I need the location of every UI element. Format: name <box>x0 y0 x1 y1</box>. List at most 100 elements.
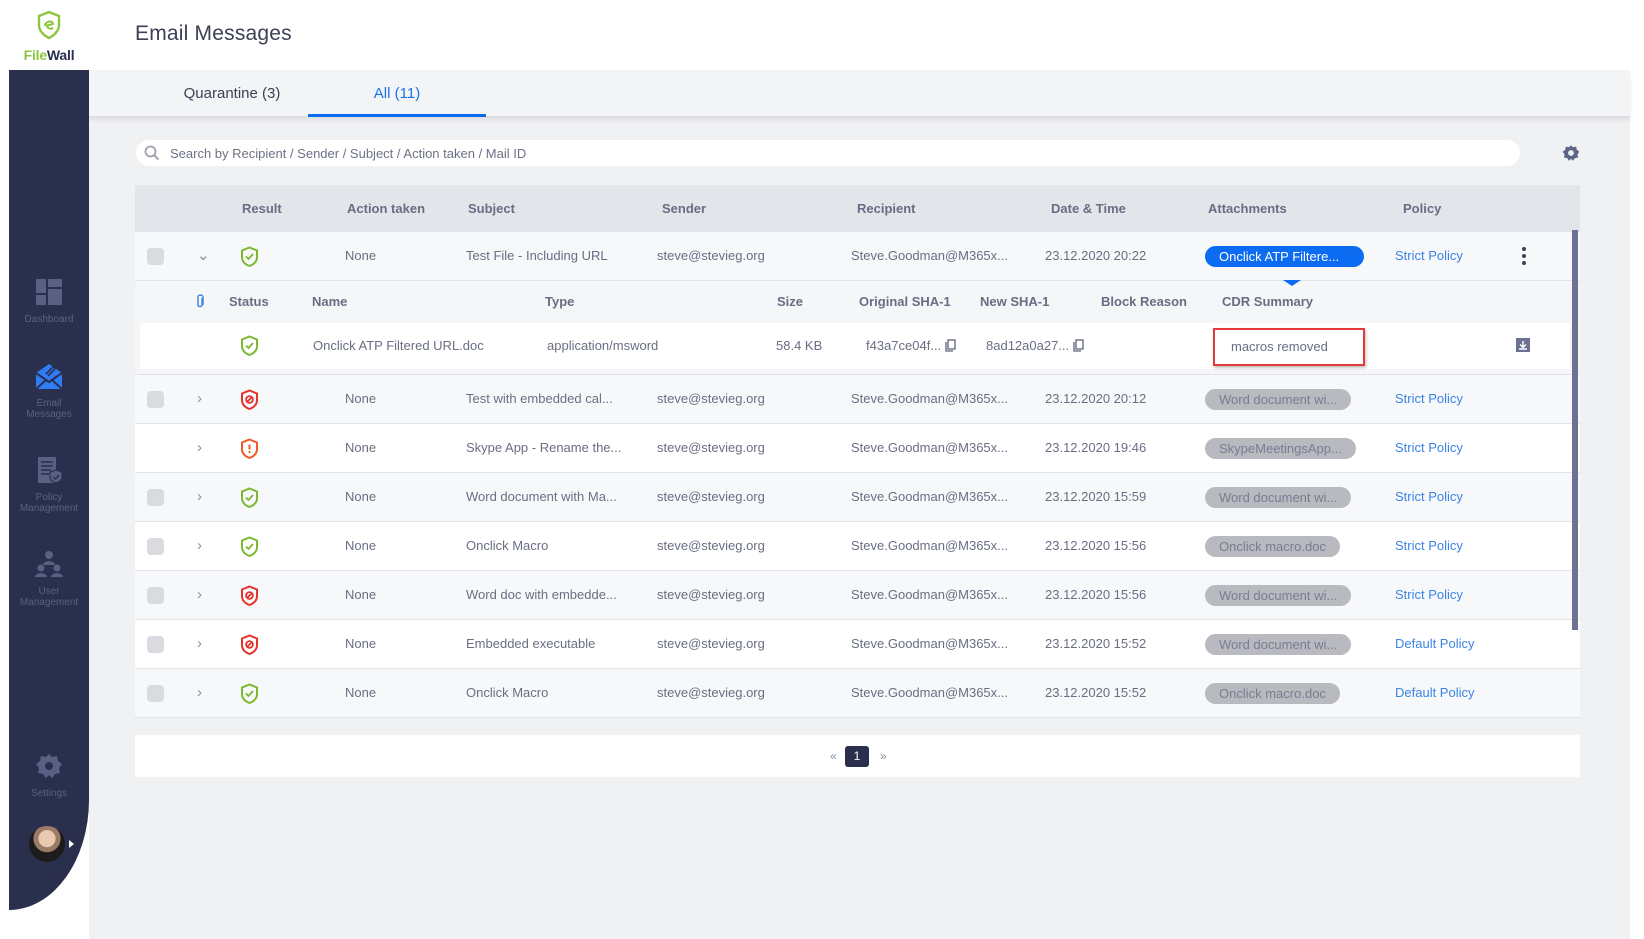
download-icon[interactable] <box>1516 338 1530 352</box>
original-sha1: f43a7ce04f... <box>866 323 956 369</box>
col-recipient[interactable]: Recipient <box>857 185 916 232</box>
pagination-page-1[interactable]: 1 <box>845 746 869 767</box>
chevron-right-icon[interactable]: › <box>197 669 202 717</box>
table-row[interactable]: › None Word document with Ma... steve@stevi… <box>135 473 1580 522</box>
tab-quarantine[interactable]: Quarantine (3) <box>142 70 322 117</box>
chevron-right-icon[interactable]: › <box>197 571 202 619</box>
policy-link[interactable]: Strict Policy <box>1395 571 1463 619</box>
search-input[interactable] <box>170 140 1500 166</box>
row-checkbox[interactable] <box>147 587 164 604</box>
policy-link[interactable]: Default Policy <box>1395 620 1474 668</box>
users-icon <box>35 551 63 577</box>
attachment-pill[interactable]: Onclick macro.doc <box>1205 536 1340 557</box>
row-checkbox[interactable] <box>147 685 164 702</box>
recipient: Steve.Goodman@M365x... <box>851 391 1008 406</box>
policy-link[interactable]: Strict Policy <box>1395 375 1463 423</box>
chevron-down-icon[interactable]: ⌄ <box>197 232 210 280</box>
chevron-right-icon[interactable]: › <box>197 522 202 570</box>
tab-all[interactable]: All (11) <box>308 70 486 117</box>
row-checkbox[interactable] <box>147 391 164 408</box>
subject: Word document with Ma... <box>466 489 617 504</box>
shield-check-icon <box>241 683 258 704</box>
attachment-pill[interactable]: Word document wi... <box>1205 487 1352 508</box>
sender: steve@stevieg.org <box>657 440 765 455</box>
attachment-pill[interactable]: Word document wi... <box>1205 389 1352 410</box>
table-row[interactable]: › None Test with embedded cal... steve@stev… <box>135 375 1580 424</box>
action-taken: None <box>345 685 377 700</box>
recipient: Steve.Goodman@M365x... <box>851 685 1008 700</box>
pagination: « 1 » <box>135 735 1580 777</box>
date-time: 23.12.2020 15:52 <box>1045 636 1147 651</box>
sidebar-item-settings[interactable]: Settings <box>9 752 89 799</box>
chevron-right-icon[interactable]: › <box>197 424 202 472</box>
page-title: Email Messages <box>135 22 292 45</box>
pagination-next[interactable]: » <box>880 735 887 777</box>
shield-blocked-icon <box>241 634 258 655</box>
col-action-taken[interactable]: Action taken <box>347 185 425 232</box>
attachment-pill[interactable]: SkypeMeetingsApp... <box>1205 438 1356 459</box>
subject: Word doc with embedde... <box>466 587 617 602</box>
col-result[interactable]: Result <box>242 185 282 232</box>
sidebar: Dashboard Email Messages Policy Manageme… <box>9 70 89 910</box>
shield-warning-icon <box>241 438 258 459</box>
attachment-pill[interactable]: Onclick macro.doc <box>1205 683 1340 704</box>
action-taken: None <box>345 440 377 455</box>
col-date-time[interactable]: Date & Time <box>1051 185 1126 232</box>
copy-icon[interactable] <box>945 339 956 352</box>
policy-link[interactable]: Strict Policy <box>1395 232 1463 280</box>
col-size: Size <box>777 294 804 309</box>
policy-link[interactable]: Strict Policy <box>1395 424 1463 472</box>
shield-check-icon <box>241 246 258 267</box>
table-row[interactable]: › None Embedded executable steve@stevieg.or… <box>135 620 1580 669</box>
table-row[interactable]: › None Onclick Macro steve@stevieg.org Steve… <box>135 669 1580 718</box>
chevron-right-icon[interactable]: › <box>197 473 202 521</box>
chevron-right-icon[interactable]: › <box>197 375 202 423</box>
row-checkbox[interactable] <box>147 636 164 653</box>
table-scrollbar[interactable] <box>1572 230 1578 630</box>
table-row[interactable]: › None Skype App - Rename the... steve@stev… <box>135 424 1580 473</box>
attachment-detail-header: Status Name Type Size Original SHA-1 New SHA-… <box>135 280 1580 323</box>
col-sender[interactable]: Sender <box>662 185 706 232</box>
attachment-pill[interactable]: Word document wi... <box>1205 585 1352 606</box>
copy-icon[interactable] <box>1073 339 1084 352</box>
table-row[interactable]: › None Onclick Macro steve@stevieg.org Steve… <box>135 522 1580 571</box>
col-attachments[interactable]: Attachments <box>1208 185 1287 232</box>
filewall-logo[interactable]: FileWall <box>9 0 89 70</box>
action-taken: None <box>345 538 377 553</box>
policy-link[interactable]: Strict Policy <box>1395 473 1463 521</box>
pagination-prev[interactable]: « <box>830 735 837 777</box>
sender: steve@stevieg.org <box>657 587 765 602</box>
sidebar-item-policy-management[interactable]: Policy Management <box>9 456 89 514</box>
user-avatar[interactable] <box>29 826 65 862</box>
policy-link[interactable]: Default Policy <box>1395 669 1474 717</box>
table-row[interactable]: ⌄ None Test File - Including URL steve@stev… <box>135 232 1580 281</box>
sidebar-item-dashboard[interactable]: Dashboard <box>9 278 89 325</box>
recipient: Steve.Goodman@M365x... <box>851 489 1008 504</box>
avatar-menu-caret-icon[interactable] <box>69 840 74 848</box>
sender: steve@stevieg.org <box>657 489 765 504</box>
date-time: 23.12.2020 15:59 <box>1045 489 1147 504</box>
more-options-icon[interactable] <box>1521 246 1527 266</box>
attachment-pill[interactable]: Word document wi... <box>1205 634 1352 655</box>
col-subject[interactable]: Subject <box>468 185 515 232</box>
date-time: 23.12.2020 19:46 <box>1045 440 1147 455</box>
file-type: application/msword <box>547 338 659 353</box>
row-checkbox[interactable] <box>147 248 164 265</box>
subject: Skype App - Rename the... <box>466 440 622 455</box>
sidebar-item-email-messages[interactable]: Email Messages <box>9 362 89 420</box>
row-checkbox[interactable] <box>147 489 164 506</box>
row-checkbox[interactable] <box>147 538 164 555</box>
search-icon <box>144 145 160 161</box>
table-row[interactable]: › None Word doc with embedde... steve@stevi… <box>135 571 1580 620</box>
sender: steve@stevieg.org <box>657 538 765 553</box>
subject: Embedded executable <box>466 636 596 651</box>
sidebar-item-user-management[interactable]: User Management <box>9 550 89 608</box>
policy-link[interactable]: Strict Policy <box>1395 522 1463 570</box>
shield-check-icon <box>241 536 258 557</box>
attachment-pill[interactable]: Onclick ATP Filtere... <box>1205 246 1364 267</box>
col-policy[interactable]: Policy <box>1403 185 1441 232</box>
attachment-row: Onclick ATP Filtered URL.doc application/… <box>135 323 1580 375</box>
date-time: 23.12.2020 20:12 <box>1045 391 1147 406</box>
table-settings-gear-icon[interactable] <box>1562 144 1580 162</box>
chevron-right-icon[interactable]: › <box>197 620 202 668</box>
